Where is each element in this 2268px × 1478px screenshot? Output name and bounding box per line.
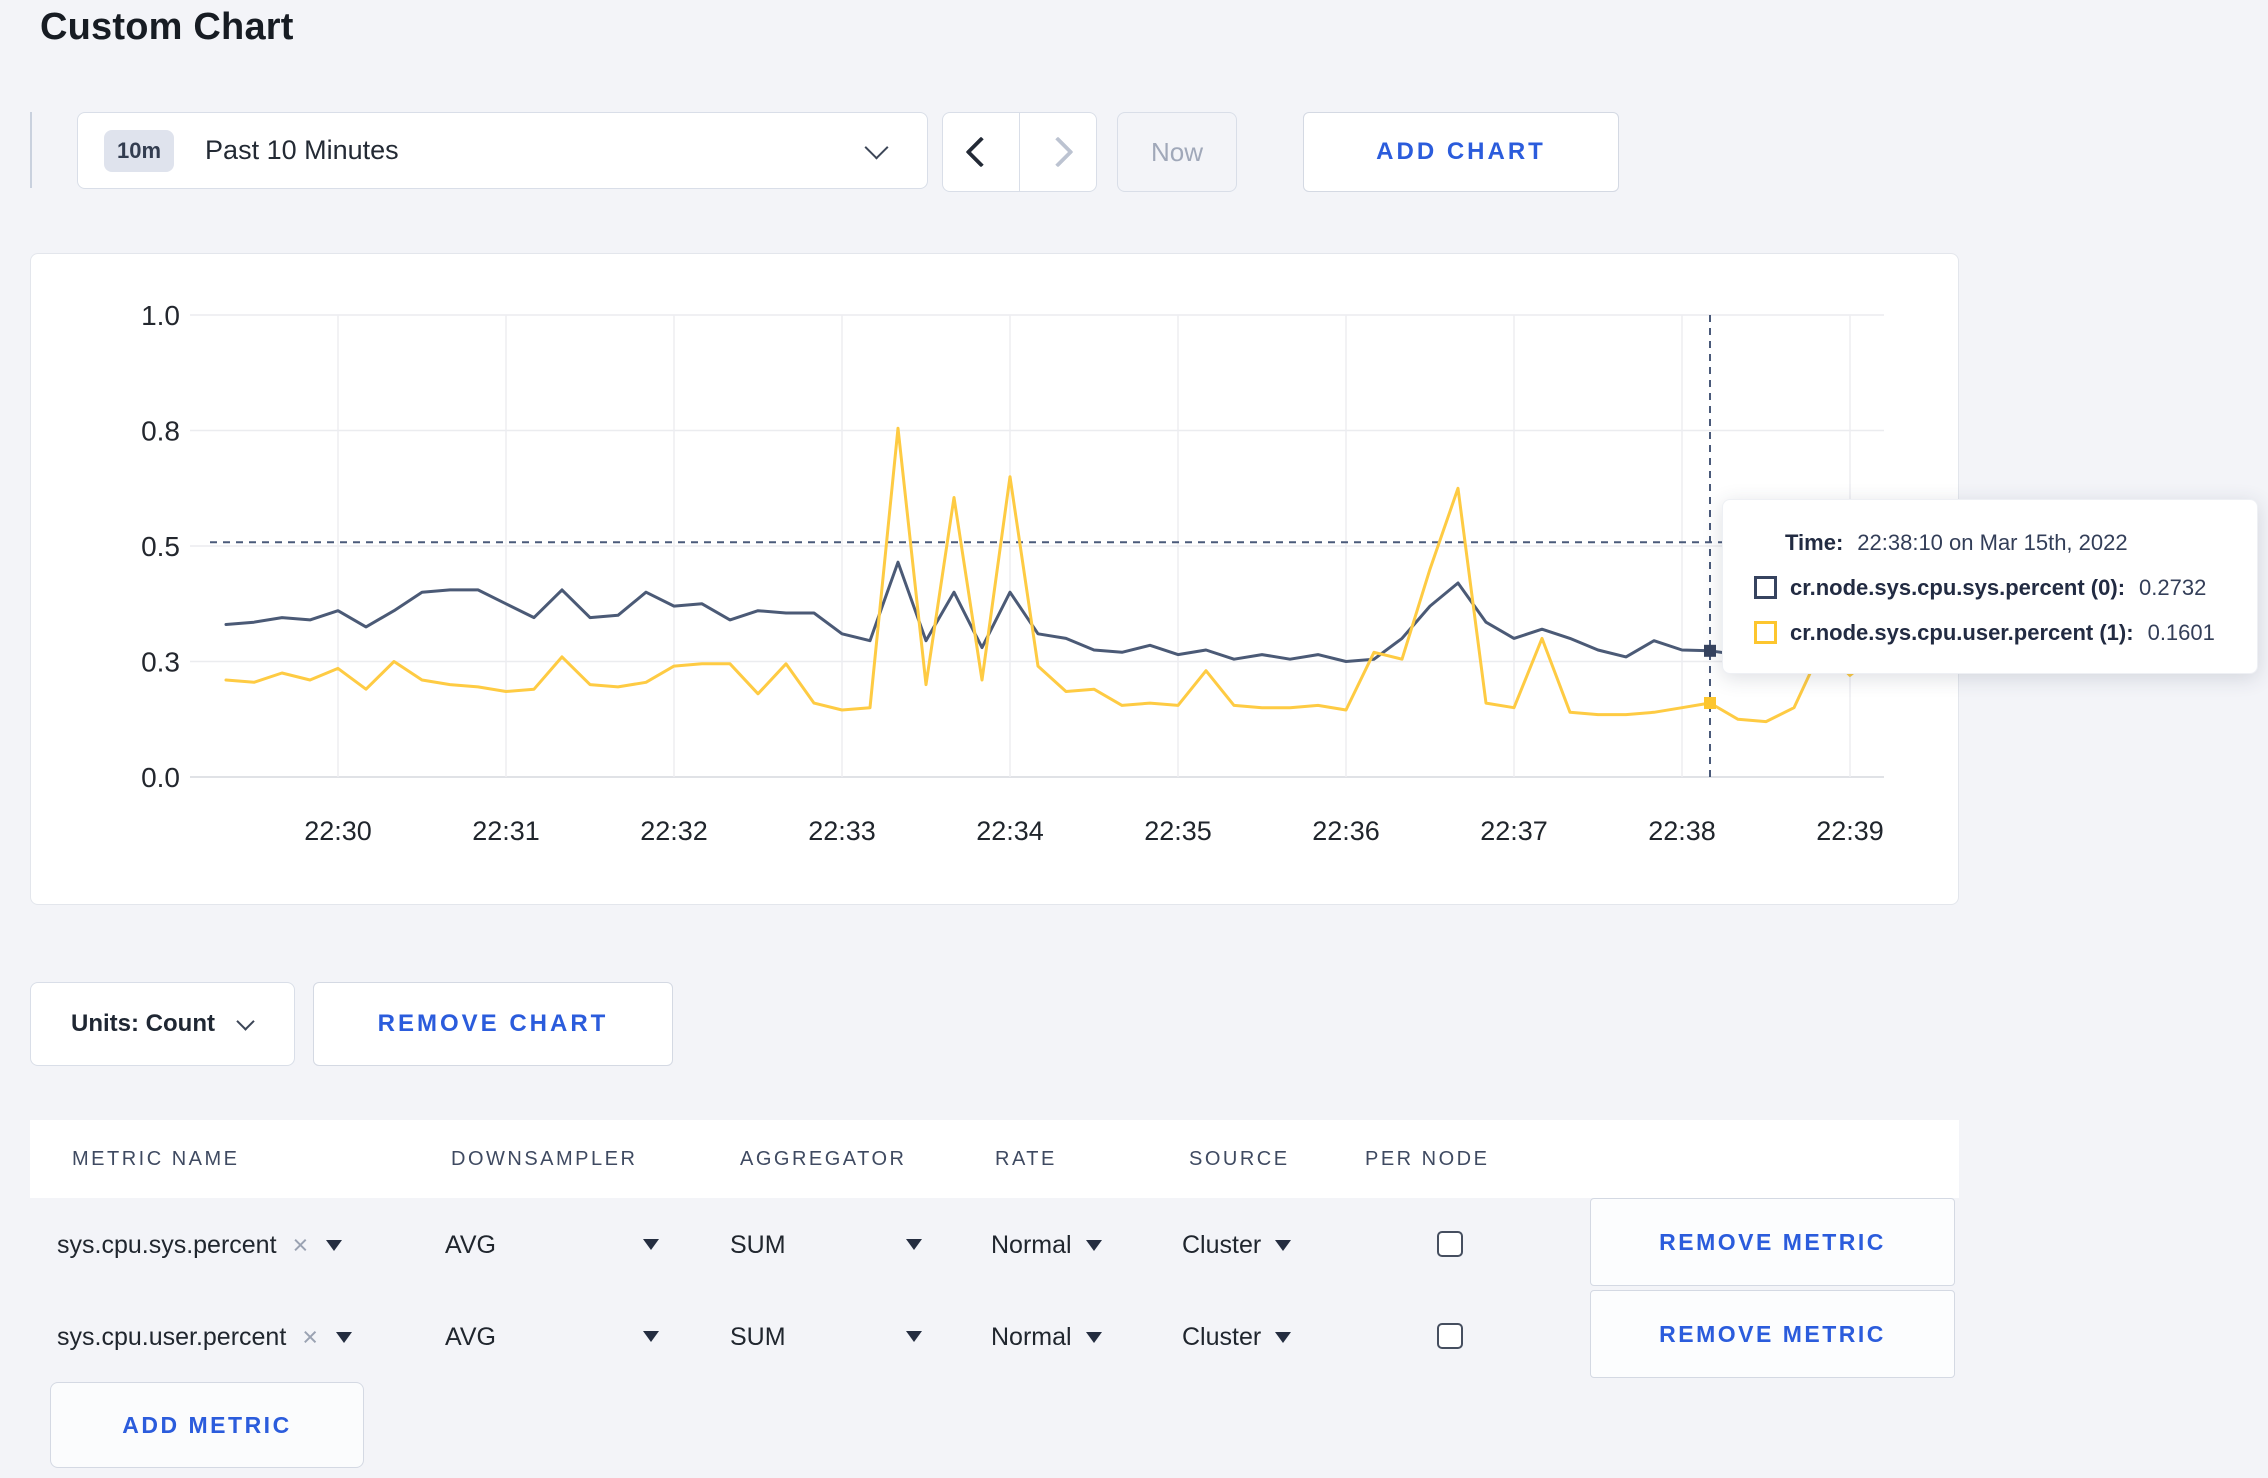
add-metric-button[interactable]: ADD METRIC [50, 1382, 364, 1468]
chart-tooltip: Time: 22:38:10 on Mar 15th, 2022 cr.node… [1722, 499, 2258, 674]
per-node-checkbox[interactable] [1437, 1231, 1463, 1257]
tooltip-series-value: 0.1601 [2147, 619, 2215, 645]
per-node-checkbox[interactable] [1437, 1323, 1463, 1349]
chart-plot-area[interactable] [190, 315, 1884, 777]
metric-name-dropdown[interactable]: sys.cpu.sys.percent × [57, 1212, 343, 1278]
dropdown-arrow-icon [1085, 1239, 1102, 1251]
chevron-left-icon [965, 136, 997, 168]
aggregator-select[interactable]: SUM [730, 1212, 786, 1278]
rate-select[interactable]: Normal [991, 1212, 1102, 1278]
tooltip-series-label: cr.node.sys.cpu.user.percent (1): [1790, 619, 2134, 645]
now-button[interactable]: Now [1117, 112, 1237, 192]
col-header-rate: RATE [995, 1148, 1057, 1170]
tooltip-series-label: cr.node.sys.cpu.sys.percent (0): [1790, 574, 2126, 600]
col-header-per-node: PER NODE [1365, 1148, 1490, 1170]
dropdown-arrow-icon[interactable] [643, 1331, 659, 1342]
dropdown-arrow-icon [326, 1239, 343, 1251]
col-header-aggregator: AGGREGATOR [740, 1148, 907, 1170]
custom-chart-page: Custom Chart 10m Past 10 Minutes Now ADD… [0, 0, 2268, 1478]
dropdown-arrow-icon [336, 1331, 353, 1343]
tooltip-series-row: cr.node.sys.cpu.sys.percent (0): 0.2732 [1723, 565, 2257, 610]
page-title: Custom Chart [40, 6, 294, 48]
metrics-table-header: METRIC NAME DOWNSAMPLER AGGREGATOR RATE … [30, 1120, 1959, 1198]
time-range-dropdown[interactable]: 10m Past 10 Minutes [77, 112, 928, 189]
remove-chart-button[interactable]: REMOVE CHART [313, 982, 673, 1066]
chevron-down-icon [864, 135, 889, 160]
remove-metric-button[interactable]: REMOVE METRIC [1590, 1290, 1955, 1378]
tooltip-time-label: Time: [1785, 529, 1844, 555]
clear-metric-icon[interactable]: × [293, 1212, 309, 1278]
dropdown-arrow-icon[interactable] [643, 1239, 659, 1250]
series-sys-swatch-icon [1754, 576, 1777, 599]
dropdown-arrow-icon [1275, 1239, 1292, 1251]
time-next-button[interactable] [1020, 113, 1096, 191]
col-header-metric-name: METRIC NAME [72, 1148, 240, 1170]
add-chart-button[interactable]: ADD CHART [1303, 112, 1619, 192]
time-prev-button[interactable] [943, 113, 1020, 191]
tooltip-time-value: 22:38:10 on Mar 15th, 2022 [1857, 529, 2128, 555]
time-range-badge: 10m [104, 129, 175, 172]
series-user-swatch-icon [1754, 621, 1777, 644]
rate-select[interactable]: Normal [991, 1304, 1102, 1370]
chevron-right-icon [1042, 136, 1074, 168]
downsampler-select[interactable]: AVG [445, 1212, 496, 1278]
tooltip-series-row: cr.node.sys.cpu.user.percent (1): 0.1601 [1723, 610, 2257, 655]
downsampler-select[interactable]: AVG [445, 1304, 496, 1370]
dropdown-arrow-icon [1085, 1331, 1102, 1343]
tooltip-series-value: 0.2732 [2139, 574, 2207, 600]
source-select[interactable]: Cluster [1182, 1304, 1292, 1370]
units-dropdown[interactable]: Units: Count [30, 982, 295, 1066]
chevron-down-icon [236, 1011, 255, 1031]
toolbar-accent-divider [30, 112, 32, 188]
dropdown-arrow-icon[interactable] [906, 1331, 922, 1342]
time-nav-group [942, 112, 1097, 192]
metric-name-dropdown[interactable]: sys.cpu.user.percent × [57, 1304, 353, 1370]
remove-metric-button[interactable]: REMOVE METRIC [1590, 1198, 1955, 1286]
col-header-source: SOURCE [1189, 1148, 1290, 1170]
time-range-label: Past 10 Minutes [205, 135, 399, 165]
dropdown-arrow-icon [1275, 1331, 1292, 1343]
dropdown-arrow-icon[interactable] [906, 1239, 922, 1250]
clear-metric-icon[interactable]: × [302, 1304, 318, 1370]
tooltip-time-row: Time: 22:38:10 on Mar 15th, 2022 [1723, 520, 2257, 565]
aggregator-select[interactable]: SUM [730, 1304, 786, 1370]
source-select[interactable]: Cluster [1182, 1212, 1292, 1278]
col-header-downsampler: DOWNSAMPLER [451, 1148, 638, 1170]
